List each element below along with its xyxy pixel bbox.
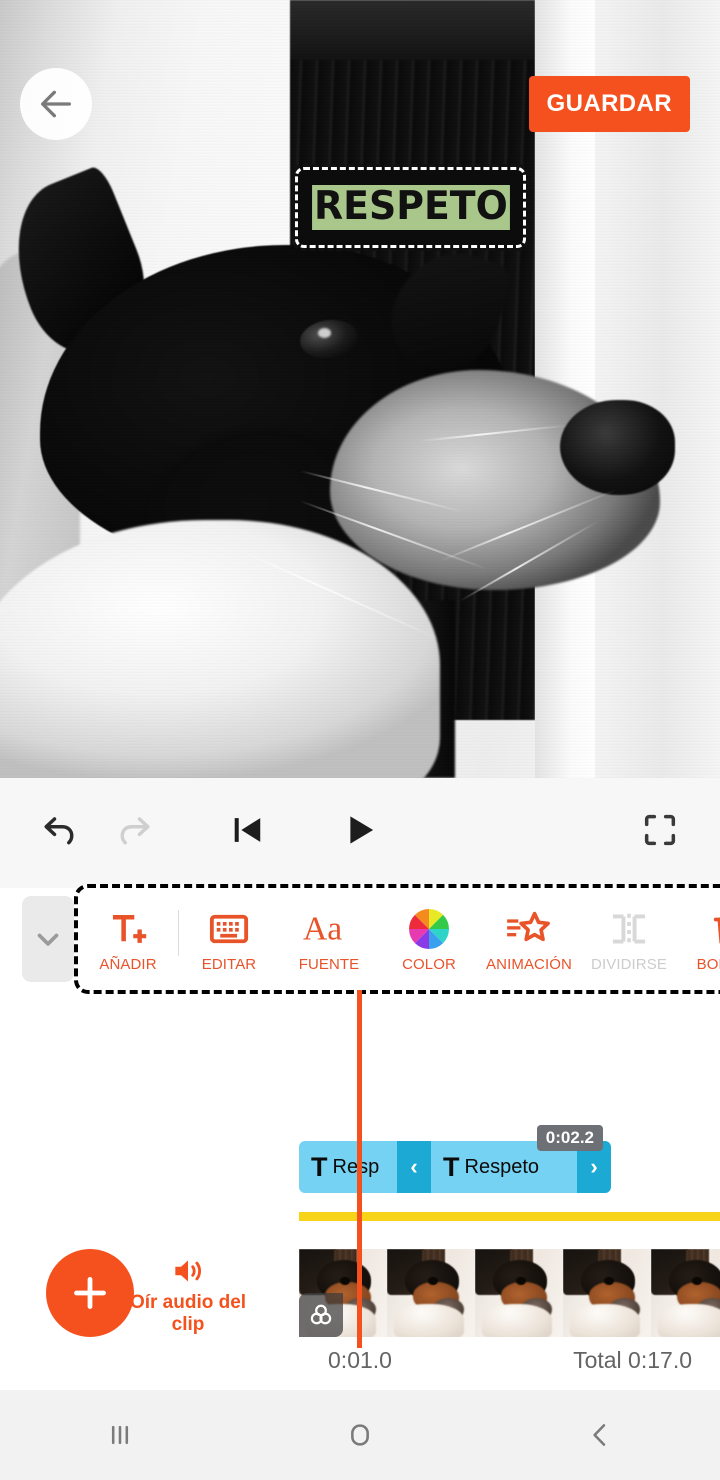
clip-audio-label: Oír audio del clip: [129, 1292, 247, 1336]
color-wheel-icon: [408, 906, 450, 952]
video-thumbnail-strip[interactable]: [299, 1249, 720, 1337]
play-icon: [350, 816, 374, 844]
tool-borrar[interactable]: BORRAR: [679, 888, 720, 990]
video-preview[interactable]: GUARDAR RESPETO: [0, 0, 720, 778]
chevron-down-icon: [37, 933, 59, 946]
fullscreen-icon: [644, 814, 676, 846]
tool-label: AÑADIR: [99, 955, 157, 973]
tool-label: DIVIDIRSE: [591, 955, 667, 973]
tool-label: ANIMACIÓN: [486, 955, 572, 973]
color-filter-icon: [310, 1304, 332, 1325]
nav-recents-button[interactable]: [60, 1390, 180, 1480]
text-clip-2-selected[interactable]: T Respeto 0:02.2: [431, 1125, 603, 1193]
undo-button[interactable]: [32, 802, 88, 858]
video-thumbnail[interactable]: [563, 1249, 651, 1337]
star-motion-icon: [506, 906, 552, 952]
save-button[interactable]: GUARDAR: [528, 76, 690, 132]
font-aa-icon: Aa: [303, 906, 355, 952]
clip-duration-badge: 0:02.2: [536, 1125, 603, 1151]
text-tools-toolbar[interactable]: AÑADIR EDITAR Aa FUENTE COLOR ANIMACIÓN …: [74, 884, 720, 994]
tool-dividirse: DIVIDIRSE: [579, 888, 679, 990]
fullscreen-button[interactable]: [634, 804, 686, 856]
redo-icon: [120, 817, 150, 845]
android-navigation-bar: [0, 1390, 720, 1480]
skip-to-start-button[interactable]: [220, 802, 276, 858]
trash-icon: [709, 906, 720, 952]
text-add-icon: [107, 906, 149, 952]
save-button-label: GUARDAR: [546, 90, 672, 117]
tool-label: EDITAR: [201, 955, 257, 973]
tool-label: COLOR: [402, 955, 456, 973]
nav-back-button[interactable]: [540, 1390, 660, 1480]
speaker-icon: [175, 1260, 202, 1282]
play-button[interactable]: [332, 802, 388, 858]
back-chevron-icon: [593, 1424, 606, 1446]
tool-label: BORRAR: [696, 955, 720, 973]
text-overlay-selected[interactable]: RESPETO: [292, 164, 529, 251]
clip-filter-badge[interactable]: [299, 1293, 343, 1337]
tool-animacion[interactable]: ANIMACIÓN: [479, 888, 579, 990]
tool-anadir[interactable]: AÑADIR: [78, 888, 178, 990]
text-clip-track[interactable]: T Resp ‹ T Respeto 0:02.2 ›: [299, 1125, 611, 1193]
audio-track-bar[interactable]: [299, 1212, 720, 1221]
skip-to-start-icon: [234, 818, 261, 842]
text-T-icon: T: [443, 1151, 460, 1182]
svg-text:Aa: Aa: [303, 910, 342, 947]
tool-fuente[interactable]: Aa FUENTE: [279, 888, 379, 990]
redo-button[interactable]: [106, 802, 162, 858]
text-clip-name: Resp: [332, 1155, 380, 1178]
video-thumbnail[interactable]: [651, 1249, 720, 1337]
clip-audio-toggle[interactable]: Oír audio del clip: [118, 1252, 258, 1337]
toolbar-collapse-button[interactable]: [22, 896, 74, 982]
video-thumbnail[interactable]: [475, 1249, 563, 1337]
timeline-playhead[interactable]: [357, 990, 362, 1348]
preview-dog-nose: [560, 400, 675, 495]
tool-editar[interactable]: EDITAR: [179, 888, 279, 990]
clip-trim-handle-left[interactable]: ‹: [397, 1141, 431, 1193]
tool-label: FUENTE: [298, 955, 360, 973]
overlay-text-value: RESPETO: [311, 184, 510, 230]
preview-dog-eye-highlight: [318, 328, 331, 338]
tool-color[interactable]: COLOR: [379, 888, 479, 990]
split-icon: [607, 906, 651, 952]
home-icon: [351, 1424, 369, 1446]
arrow-left-icon: [41, 90, 72, 118]
plus-icon: [74, 1277, 106, 1309]
back-button[interactable]: [20, 68, 92, 140]
text-clip-1[interactable]: T Resp: [299, 1141, 397, 1193]
nav-home-button[interactable]: [300, 1390, 420, 1480]
total-time-label: Total 0:17.0: [573, 1347, 692, 1373]
keyboard-icon: [208, 906, 250, 952]
undo-icon: [44, 817, 74, 845]
current-time-label: 0:01.0: [328, 1347, 392, 1373]
recents-icon: [111, 1425, 129, 1445]
text-clip-name: Respeto: [464, 1155, 540, 1178]
text-T-icon: T: [311, 1151, 328, 1182]
video-thumbnail[interactable]: [387, 1249, 475, 1337]
